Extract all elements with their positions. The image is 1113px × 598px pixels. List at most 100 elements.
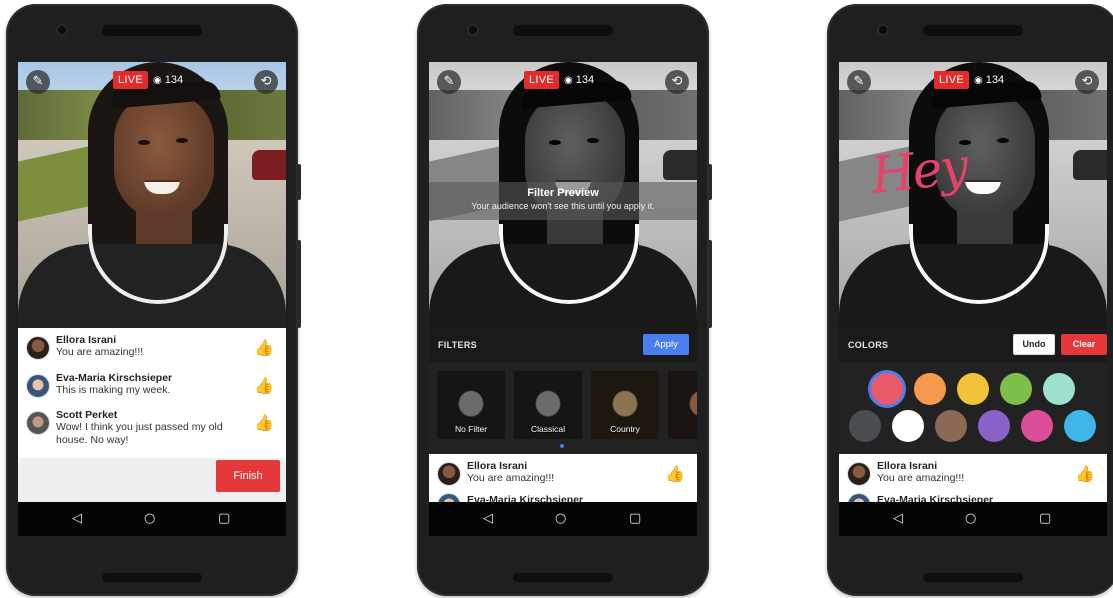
list-item: Eva-Maria Kirschsieper This is making my… [18, 366, 286, 403]
color-swatch[interactable] [957, 373, 989, 405]
filters-label: FILTERS [438, 340, 477, 350]
recents-icon[interactable]: ▢ [1039, 511, 1051, 527]
finish-button[interactable]: Finish [216, 460, 280, 492]
filter-thumb-no-filter[interactable]: No Filter [437, 371, 505, 439]
live-badge: LIVE [524, 71, 560, 89]
recents-icon[interactable]: ▢ [629, 511, 641, 527]
back-icon[interactable]: ◁ [893, 511, 903, 527]
screen: ✎ LIVE ◉ 134 ⟲ Filter Preview Your audien… [429, 62, 697, 536]
finish-bar: Finish [18, 458, 286, 502]
android-nav-bar: ◁ ○ ▢ [429, 502, 697, 536]
color-swatch[interactable] [1021, 410, 1053, 442]
home-icon[interactable]: ○ [144, 511, 155, 527]
eye-icon: ◉ [564, 75, 573, 86]
comment-text: Wow! I think you just passed my old hous… [56, 421, 223, 446]
filters-bar: FILTERS Apply [429, 328, 697, 362]
comment-author[interactable]: Ellora Israni [467, 460, 697, 472]
list-item: Eva-Maria Kirschsieper [429, 491, 697, 502]
earpiece-speaker [923, 25, 1023, 36]
back-icon[interactable]: ◁ [483, 511, 493, 527]
filter-thumb-country[interactable]: Country [591, 371, 659, 439]
list-item: Ellora Israni You are amazing!!! 👍 [18, 328, 286, 366]
phone-live-comments: ✎ LIVE ◉ 134 ⟲ Ellora Israni You are amaz… [6, 4, 301, 596]
viewer-count: ◉ 134 [564, 72, 594, 89]
drawing-text: Hey [868, 137, 970, 205]
color-swatch[interactable] [1043, 373, 1075, 405]
comment-author[interactable]: Scott Perket [56, 409, 286, 421]
filter-thumb-partial[interactable] [668, 371, 697, 439]
avatar[interactable] [437, 462, 461, 486]
magic-wand-icon[interactable]: ✎ [26, 70, 50, 94]
thumbs-up-icon[interactable]: 👍 [254, 376, 274, 395]
page-indicator-dot [560, 444, 564, 448]
color-swatch[interactable] [978, 410, 1010, 442]
filter-label: No Filter [454, 424, 488, 434]
thumbs-up-icon[interactable]: 👍 [665, 464, 685, 483]
comment-author[interactable]: Ellora Israni [56, 334, 286, 346]
avatar[interactable] [26, 374, 50, 398]
thumbs-up-icon[interactable]: 👍 [254, 413, 274, 432]
comment-author[interactable]: Ellora Israni [877, 460, 1107, 472]
viewer-count-value: 134 [575, 74, 595, 86]
live-badge: LIVE [113, 71, 149, 89]
back-icon[interactable]: ◁ [72, 511, 82, 527]
comments-list: Ellora Israni You are amazing!!! 👍 Eva-M… [429, 454, 697, 502]
color-swatch[interactable] [914, 373, 946, 405]
comments-list: Ellora Israni You are amazing!!! 👍 Eva-M… [839, 454, 1107, 502]
bottom-speaker [923, 573, 1023, 582]
thumbs-up-icon[interactable]: 👍 [254, 338, 274, 357]
front-camera [467, 24, 479, 36]
viewer-count-value: 134 [164, 74, 184, 86]
earpiece-speaker [102, 25, 202, 36]
home-icon[interactable]: ○ [965, 511, 976, 527]
magic-wand-icon[interactable]: ✎ [847, 70, 871, 94]
comment-author[interactable]: Eva-Maria Kirschsieper [467, 494, 697, 502]
avatar[interactable] [847, 462, 871, 486]
list-item: Ellora Israni You are amazing!!! 👍 [429, 454, 697, 491]
clear-button[interactable]: Clear [1061, 334, 1107, 355]
apply-button[interactable]: Apply [643, 334, 689, 355]
filter-thumb-classical[interactable]: Classical [514, 371, 582, 439]
undo-button[interactable]: Undo [1013, 334, 1055, 355]
bottom-speaker [513, 573, 613, 582]
front-camera [56, 24, 68, 36]
screen: ✎ LIVE ◉ 134 ⟲ Ellora Israni You are amaz… [18, 62, 286, 536]
avatar[interactable] [847, 493, 871, 502]
avatar[interactable] [437, 493, 461, 502]
recents-icon[interactable]: ▢ [218, 511, 230, 527]
thumbs-up-icon[interactable]: 👍 [1075, 464, 1095, 483]
avatar[interactable] [26, 411, 50, 435]
front-camera [877, 24, 889, 36]
switch-camera-icon[interactable]: ⟲ [1075, 70, 1099, 94]
list-item: Ellora Israni You are amazing!!! 👍 [839, 454, 1107, 491]
comment-text: You are amazing!!! [467, 472, 555, 484]
color-swatch[interactable] [892, 410, 924, 442]
filter-preview-title: Filter Preview [527, 187, 599, 199]
volume-button [297, 164, 301, 200]
comment-author[interactable]: Eva-Maria Kirschsieper [56, 372, 286, 384]
avatar[interactable] [26, 336, 50, 360]
android-nav-bar: ◁ ○ ▢ [839, 502, 1107, 536]
home-icon[interactable]: ○ [555, 511, 566, 527]
switch-camera-icon[interactable]: ⟲ [665, 70, 689, 94]
comment-text: You are amazing!!! [877, 472, 965, 484]
magic-wand-icon[interactable]: ✎ [437, 70, 461, 94]
phone-filters: ✎ LIVE ◉ 134 ⟲ Filter Preview Your audien… [417, 4, 712, 596]
switch-camera-icon[interactable]: ⟲ [254, 70, 278, 94]
comment-author[interactable]: Eva-Maria Kirschsieper [877, 494, 1107, 502]
colors-label: COLORS [848, 340, 889, 350]
phone-drawing: Hey ✎ LIVE ◉134 ⟲ ◎ ✏ COLORS Undo Clear … [827, 4, 1113, 596]
screen: Hey ✎ LIVE ◉134 ⟲ ◎ ✏ COLORS Undo Clear … [839, 62, 1107, 536]
color-swatch[interactable] [1064, 410, 1096, 442]
filter-preview-subtitle: Your audience won't see this until you a… [471, 201, 655, 211]
power-button [297, 240, 301, 328]
viewer-count: ◉ 134 [153, 72, 183, 89]
filter-label: Classical [530, 424, 565, 434]
filter-tray: No Filter Classical Country [429, 362, 697, 454]
color-swatch[interactable] [849, 410, 881, 442]
color-palette [839, 362, 1107, 454]
live-badge: LIVE [934, 71, 970, 89]
color-swatch[interactable] [935, 410, 967, 442]
color-swatch[interactable] [871, 373, 903, 405]
color-swatch[interactable] [1000, 373, 1032, 405]
